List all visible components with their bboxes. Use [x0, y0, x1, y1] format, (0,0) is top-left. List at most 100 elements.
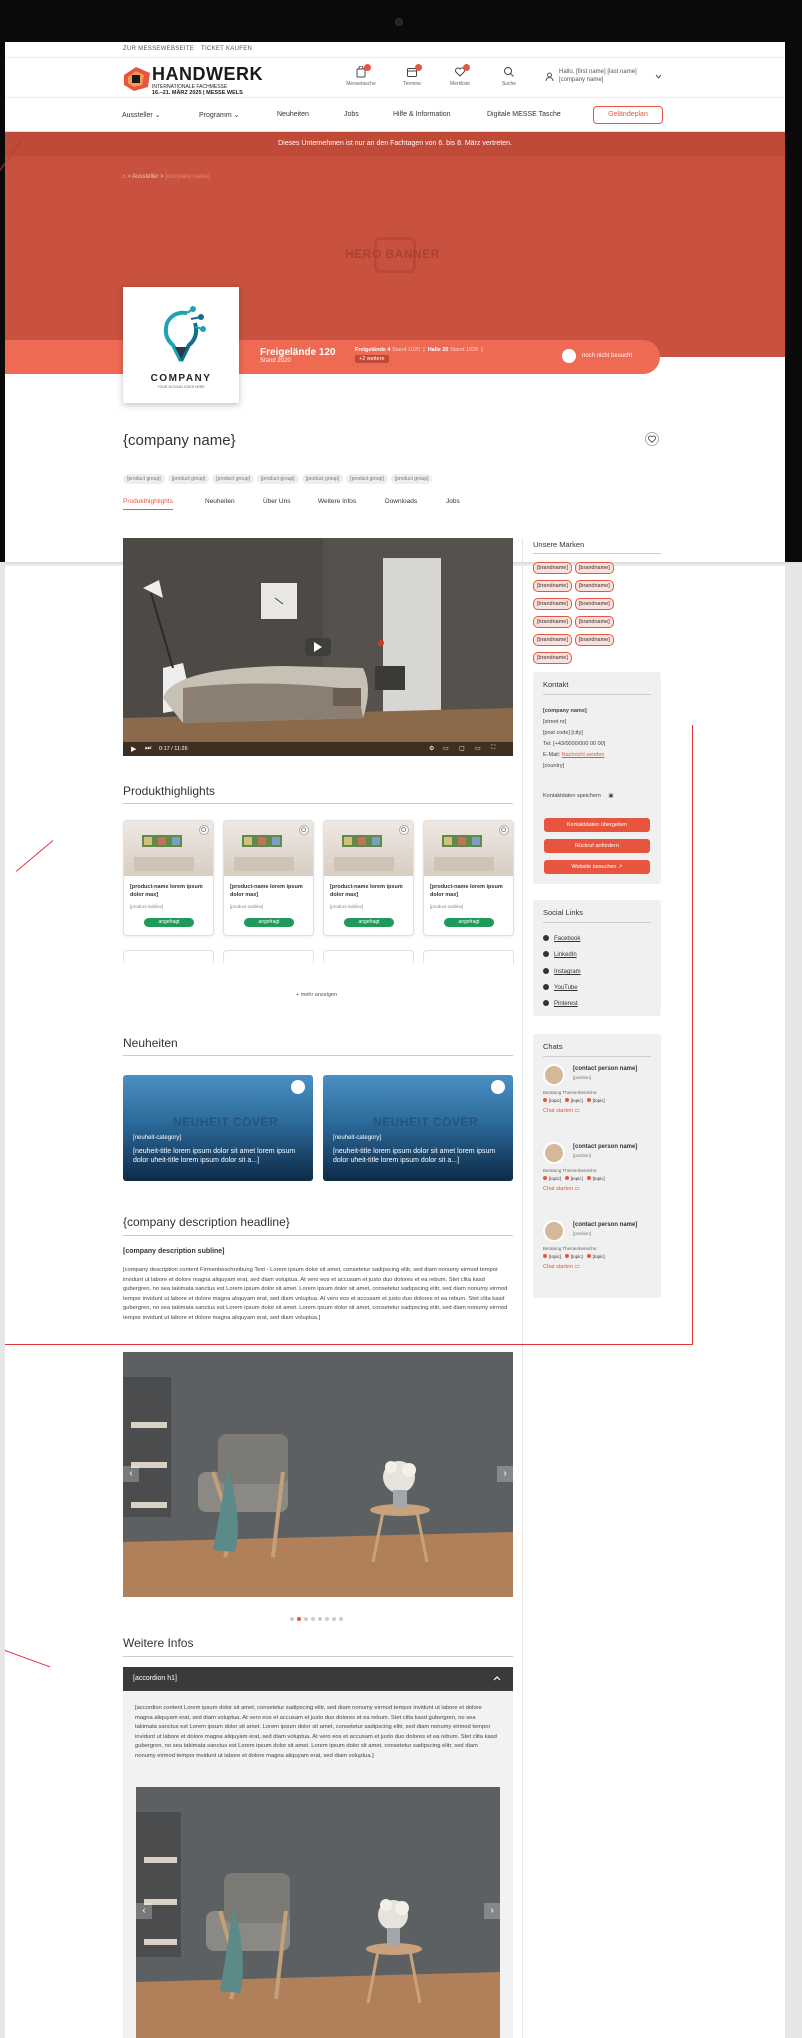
weitere-infos-title: Weitere Infos	[123, 1636, 194, 1650]
divider	[543, 694, 651, 695]
brand-tag[interactable]: [brandname]	[533, 562, 572, 574]
chevron-up-icon	[493, 1676, 501, 1681]
visit-status[interactable]: noch nicht besucht	[562, 349, 632, 363]
pagination-dot[interactable]	[290, 1617, 294, 1621]
brand-tag[interactable]: [brandname]	[574, 580, 614, 592]
nav-item-neuheiten[interactable]: Neuheiten	[277, 111, 309, 118]
search-icon	[504, 67, 514, 77]
visit-status-label: noch nicht besucht	[582, 353, 633, 359]
notification-dot	[364, 64, 371, 71]
product-group-pill[interactable]: [product group]	[256, 474, 299, 484]
brand-tag[interactable]: [brandname]	[533, 598, 572, 610]
header-suche[interactable]: Suche	[491, 66, 527, 87]
chip-more[interactable]: +2 weitere	[355, 355, 389, 363]
link-ticket-kaufen[interactable]: TICKET KAUFEN	[201, 46, 252, 52]
product-group-pill[interactable]: [product group]	[123, 474, 165, 484]
play-icon	[314, 642, 322, 652]
pagination-dot-active[interactable]	[297, 1617, 301, 1621]
accordion-header[interactable]: [accordion h1]	[123, 1667, 513, 1691]
brand-tag[interactable]: [brandname]	[574, 634, 614, 646]
gallery-prev-arrow[interactable]: ‹	[123, 1466, 139, 1482]
pagination-dot[interactable]	[339, 1617, 343, 1621]
gallery-next-arrow[interactable]: ›	[484, 1903, 500, 1919]
product-group-pill[interactable]: [product group]	[346, 474, 388, 484]
pagination-dot[interactable]	[311, 1617, 315, 1621]
chip-2[interactable]: Halle 20	[428, 347, 449, 353]
brands-section: Unsere Marken [brandname] [brandname] [br…	[533, 540, 661, 664]
camera-icon	[395, 18, 403, 26]
home-icon[interactable]: ⌂	[122, 174, 126, 180]
annotation-line	[4, 1650, 51, 1668]
product-group-pill[interactable]: [product group]	[212, 474, 254, 484]
nav-item-hilfe[interactable]: Hilfe & Information	[393, 111, 451, 118]
tab-ueber-uns[interactable]: Über Uns	[263, 498, 290, 505]
user-text: Hallo, [first name] [last name] [company…	[559, 68, 637, 84]
gallery-next-arrow[interactable]: ›	[497, 1466, 513, 1482]
tab-neuheiten[interactable]: Neuheiten	[205, 498, 235, 505]
company-logo-name: COMPANY	[150, 373, 212, 384]
background-right	[785, 565, 802, 2038]
header-termine[interactable]: Termine	[394, 64, 430, 87]
header-icon-label: Termine	[403, 81, 421, 87]
product-group-pill[interactable]: [product group]	[301, 474, 344, 484]
nav-item-aussteller[interactable]: Aussteller ⌄	[122, 111, 161, 119]
handwerk-logo[interactable]: HANDWERK INTERNATIONALE FACHMESSE 16.–21…	[122, 62, 263, 96]
brand-tag[interactable]: [brandname]	[533, 616, 572, 628]
link-messewebseite[interactable]: ZUR MESSEWEBSEITE	[123, 46, 194, 52]
brand-tag[interactable]: [brandname]	[574, 616, 614, 628]
favorite-heart-icon[interactable]	[645, 432, 659, 446]
site-header: HANDWERK INTERNATIONALE FACHMESSE 16.–21…	[5, 58, 785, 98]
page-canvas: ZUR MESSEWEBSEITE TICKET KAUFEN HANDWERK…	[0, 0, 802, 2038]
nav-item-tasche[interactable]: Digitale MESSE Tasche	[487, 111, 561, 118]
stand-title: Freigelände 120	[260, 347, 336, 358]
accordion-gallery[interactable]: ‹ ›	[136, 1787, 500, 2038]
play-button[interactable]	[305, 638, 331, 656]
brand-tag[interactable]: [brandname]	[533, 580, 572, 592]
main-nav: Aussteller ⌄ Programm ⌄ Neuheiten Jobs H…	[5, 99, 785, 132]
logo-title: HANDWERK	[152, 64, 263, 84]
nav-item-programm[interactable]: Programm ⌄	[199, 111, 240, 119]
tab-weitere-infos[interactable]: Weitere Infos	[318, 498, 356, 505]
chevron-down-icon	[655, 74, 662, 79]
pagination-dot[interactable]	[318, 1617, 322, 1621]
product-group-pill[interactable]: [product group]	[390, 474, 433, 484]
chip-1-stand: Stand 1020	[392, 347, 421, 353]
gelaendeplan-button[interactable]: Geländeplan	[593, 106, 663, 124]
breadcrumb-current: [company name]	[165, 174, 210, 180]
chevron-down-icon: ⌄	[154, 112, 161, 119]
chip-2-stand: Stand 1020	[450, 347, 479, 353]
image-gallery[interactable]: ‹ ›	[123, 1352, 513, 1597]
chip-1[interactable]: Freigelände 4	[355, 347, 390, 353]
pagination-dot[interactable]	[325, 1617, 329, 1621]
company-name: {company name}	[123, 432, 236, 449]
product-group-pill[interactable]: [product group]	[167, 474, 210, 484]
hero-banner-text: HERO BANNER	[345, 247, 440, 261]
company-video[interactable]: ▶ ⏭ 0:17 / 11:26 ⚙ ▭ ▢ ▭ ⛶	[123, 538, 513, 756]
user-menu[interactable]: Hallo, [first name] [last name] [company…	[545, 68, 665, 90]
annotation-box	[5, 725, 693, 1345]
pagination-dot[interactable]	[304, 1617, 308, 1621]
divider	[123, 1656, 513, 1657]
brand-tag[interactable]: [brandname]	[533, 652, 572, 664]
header-icon-label: Messetasche	[346, 81, 376, 87]
tab-jobs[interactable]: Jobs	[446, 498, 460, 505]
tab-downloads[interactable]: Downloads	[385, 498, 417, 505]
brand-tag[interactable]: [brandname]	[574, 598, 614, 610]
tab-produkthighlights[interactable]: Produkthighlights	[123, 498, 173, 510]
contact-title: Kontakt	[543, 680, 569, 689]
logo-date: 16.–21. MÄRZ 2025 | MESSE WELS	[152, 90, 243, 96]
header-icon-label: Merkliste	[449, 81, 470, 87]
gallery-prev-arrow[interactable]: ‹	[136, 1903, 152, 1919]
brand-tag[interactable]: [brandname]	[533, 634, 572, 646]
nav-item-jobs[interactable]: Jobs	[344, 111, 359, 118]
brand-list: [brandname] [brandname] [brandname] [brand…	[533, 556, 643, 664]
gallery-image	[123, 1352, 513, 1597]
brand-tag[interactable]: [brandname]	[574, 562, 614, 574]
user-company: [company name]	[559, 77, 604, 83]
pagination-dot[interactable]	[332, 1617, 336, 1621]
stand-sub: Stand 2020	[260, 358, 291, 364]
breadcrumb-aussteller[interactable]: Aussteller	[132, 174, 158, 180]
header-messetasche[interactable]: Messetasche	[343, 64, 379, 87]
device-frame-right	[785, 20, 802, 565]
header-merkliste[interactable]: Merkliste	[442, 64, 478, 87]
